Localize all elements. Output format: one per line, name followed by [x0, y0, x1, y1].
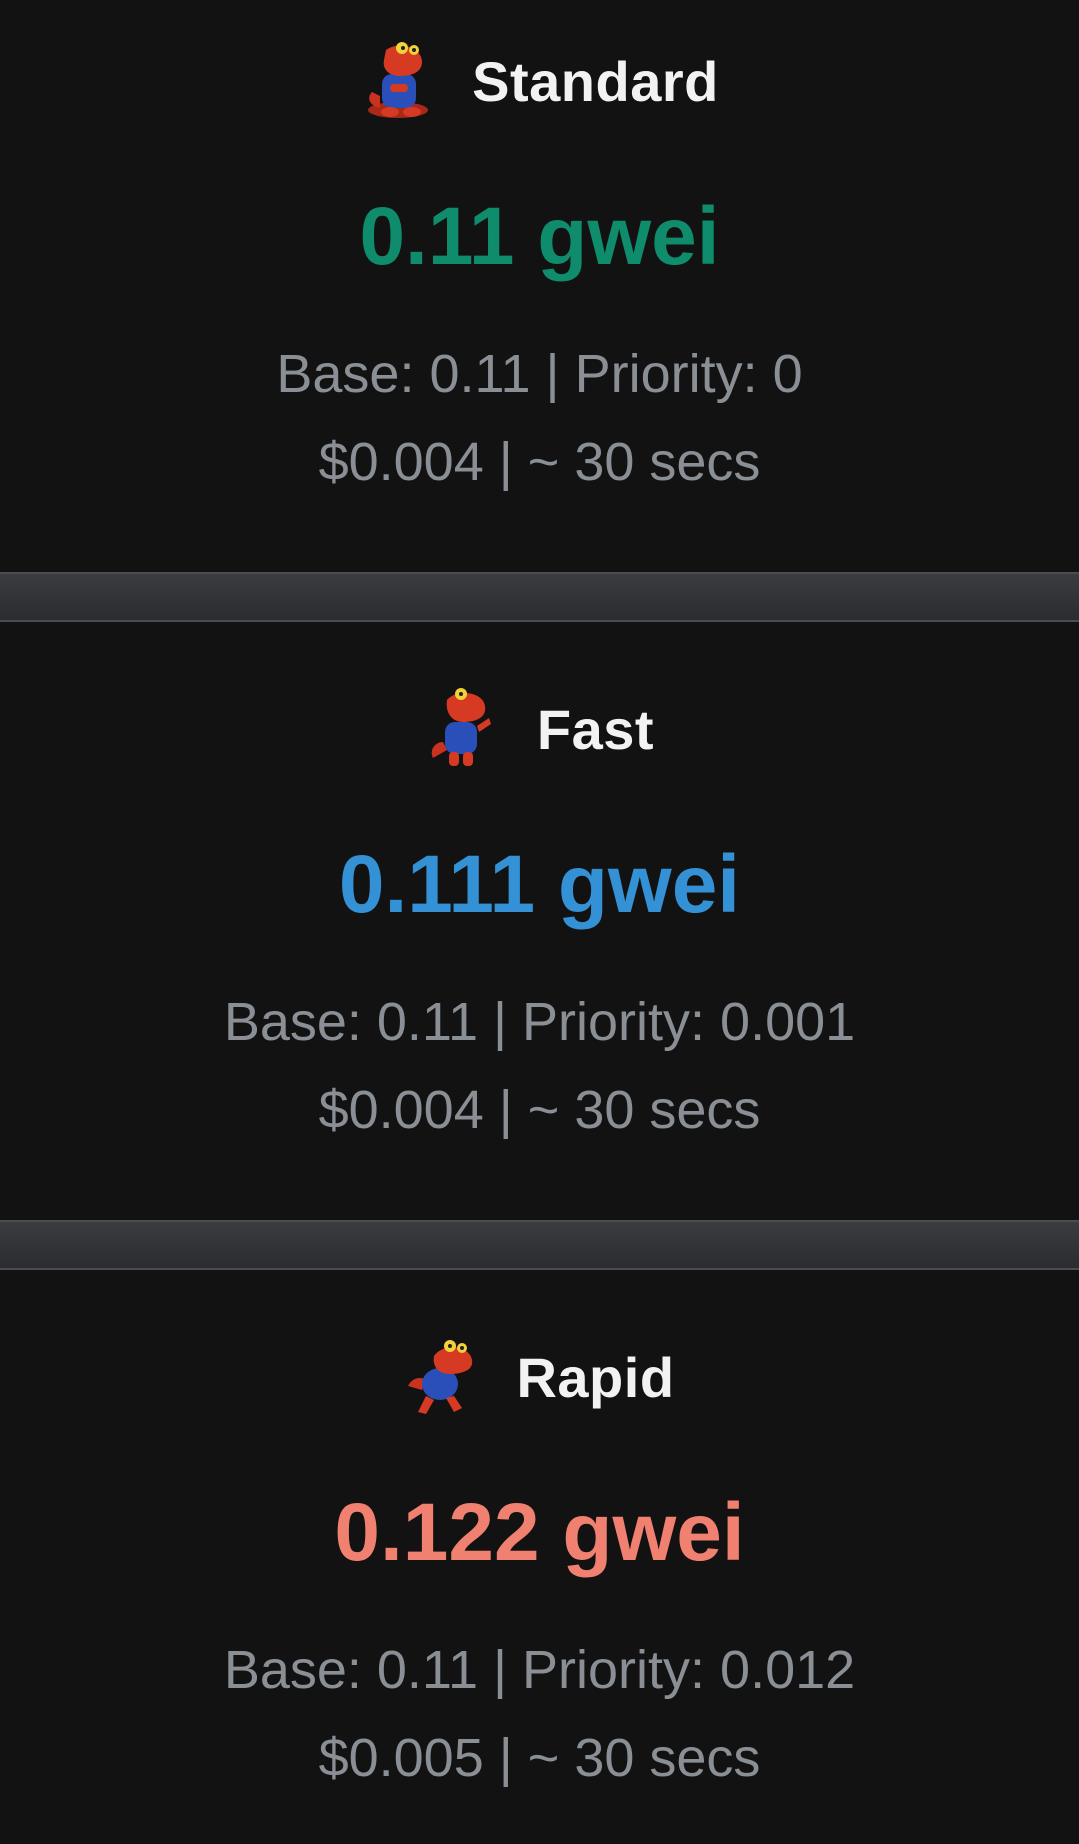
- tier-label: Rapid: [516, 1345, 675, 1409]
- gas-price-value: 0.11 gwei: [359, 191, 720, 282]
- gas-tier-card-standard: Standard 0.11 gwei Base: 0.11 | Priority…: [0, 0, 1079, 572]
- tier-label: Fast: [536, 697, 655, 761]
- gas-tier-card-fast: Fast 0.111 gwei Base: 0.11 | Priority: 0…: [0, 622, 1079, 1220]
- cost-and-time: $0.004 | ~ 30 secs: [318, 1080, 761, 1140]
- gas-price-value: 0.111 gwei: [338, 839, 741, 930]
- fee-breakdown: Base: 0.11 | Priority: 0.012: [223, 1640, 856, 1700]
- cost-and-time: $0.005 | ~ 30 secs: [318, 1728, 761, 1788]
- card-divider: [0, 1220, 1079, 1270]
- fee-breakdown: Base: 0.11 | Priority: 0: [276, 344, 803, 404]
- card-header: Fast: [0, 688, 1079, 770]
- dinosaur-mascot-sitting-icon: [368, 42, 429, 118]
- cost-and-time: $0.004 | ~ 30 secs: [318, 432, 761, 492]
- tier-label: Standard: [472, 49, 719, 113]
- dinosaur-mascot-running-icon: [408, 1340, 473, 1414]
- card-header: Standard: [0, 40, 1079, 122]
- gas-price-value: 0.122 gwei: [334, 1487, 745, 1578]
- gas-tier-card-rapid: Rapid 0.122 gwei Base: 0.11 | Priority: …: [0, 1270, 1079, 1844]
- dinosaur-mascot-walking-icon: [431, 688, 491, 766]
- card-divider: [0, 572, 1079, 622]
- fee-breakdown: Base: 0.11 | Priority: 0.001: [223, 992, 856, 1052]
- card-header: Rapid: [0, 1336, 1079, 1418]
